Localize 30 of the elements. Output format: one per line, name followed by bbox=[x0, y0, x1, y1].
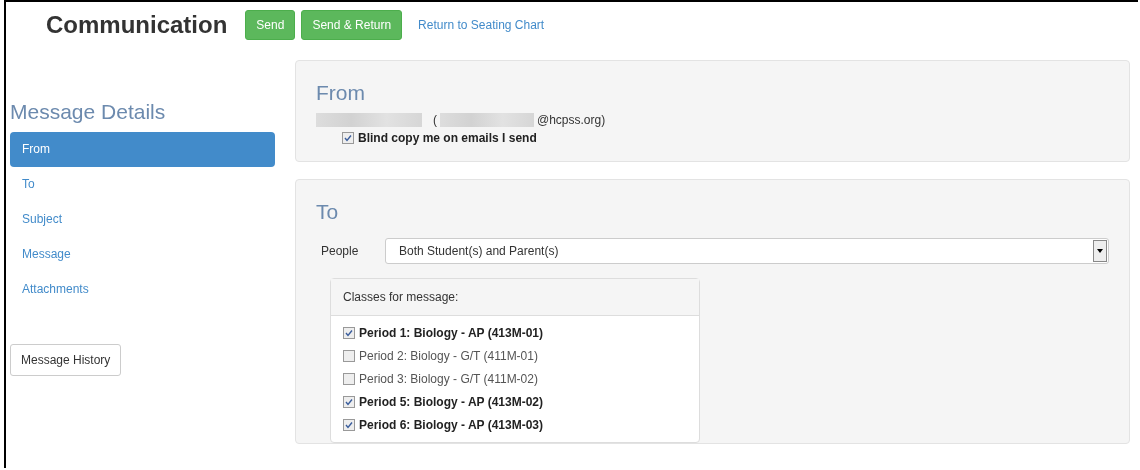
class-label: Period 3: Biology - G/T (411M-02) bbox=[359, 372, 538, 386]
checkbox[interactable] bbox=[343, 373, 355, 385]
return-link[interactable]: Return to Seating Chart bbox=[418, 17, 545, 32]
sidebar-item[interactable]: To bbox=[10, 167, 275, 202]
class-label: Period 5: Biology - AP (413M-02) bbox=[359, 395, 544, 409]
class-label: Period 1: Biology - AP (413M-01) bbox=[359, 326, 544, 340]
class-label: Period 2: Biology - G/T (411M-01) bbox=[359, 349, 538, 363]
checkbox[interactable] bbox=[343, 327, 355, 339]
message-history-button[interactable]: Message History bbox=[10, 344, 122, 376]
email-domain: @hcpss.org) bbox=[537, 113, 606, 127]
sidebar-item[interactable]: Attachments bbox=[10, 272, 275, 307]
send-button[interactable]: Send & Return bbox=[301, 9, 403, 40]
sidebar-heading: Message Details bbox=[10, 100, 167, 124]
people-dropdown[interactable]: Both Student(s) and Parent(s) bbox=[385, 238, 1109, 264]
send-button[interactable]: Send bbox=[245, 9, 296, 40]
checkbox[interactable] bbox=[343, 350, 355, 362]
classes-heading: Classes for message: bbox=[331, 279, 699, 316]
checkbox[interactable] bbox=[343, 396, 355, 408]
checkbox[interactable] bbox=[343, 419, 355, 431]
sidebar-item[interactable]: Message bbox=[10, 237, 275, 272]
section-heading: From bbox=[316, 81, 366, 105]
checkbox[interactable] bbox=[342, 132, 354, 144]
class-label: Period 6: Biology - AP (413M-03) bbox=[359, 418, 544, 432]
sidebar-item[interactable]: Subject bbox=[10, 202, 275, 237]
paren-text: ( bbox=[433, 113, 437, 127]
page-title: Communication bbox=[46, 10, 228, 39]
people-label: People bbox=[321, 244, 360, 258]
checkbox-label: Blind copy me on emails I send bbox=[358, 131, 537, 145]
section-heading: To bbox=[316, 200, 340, 224]
sidebar-item[interactable]: From bbox=[10, 132, 275, 167]
